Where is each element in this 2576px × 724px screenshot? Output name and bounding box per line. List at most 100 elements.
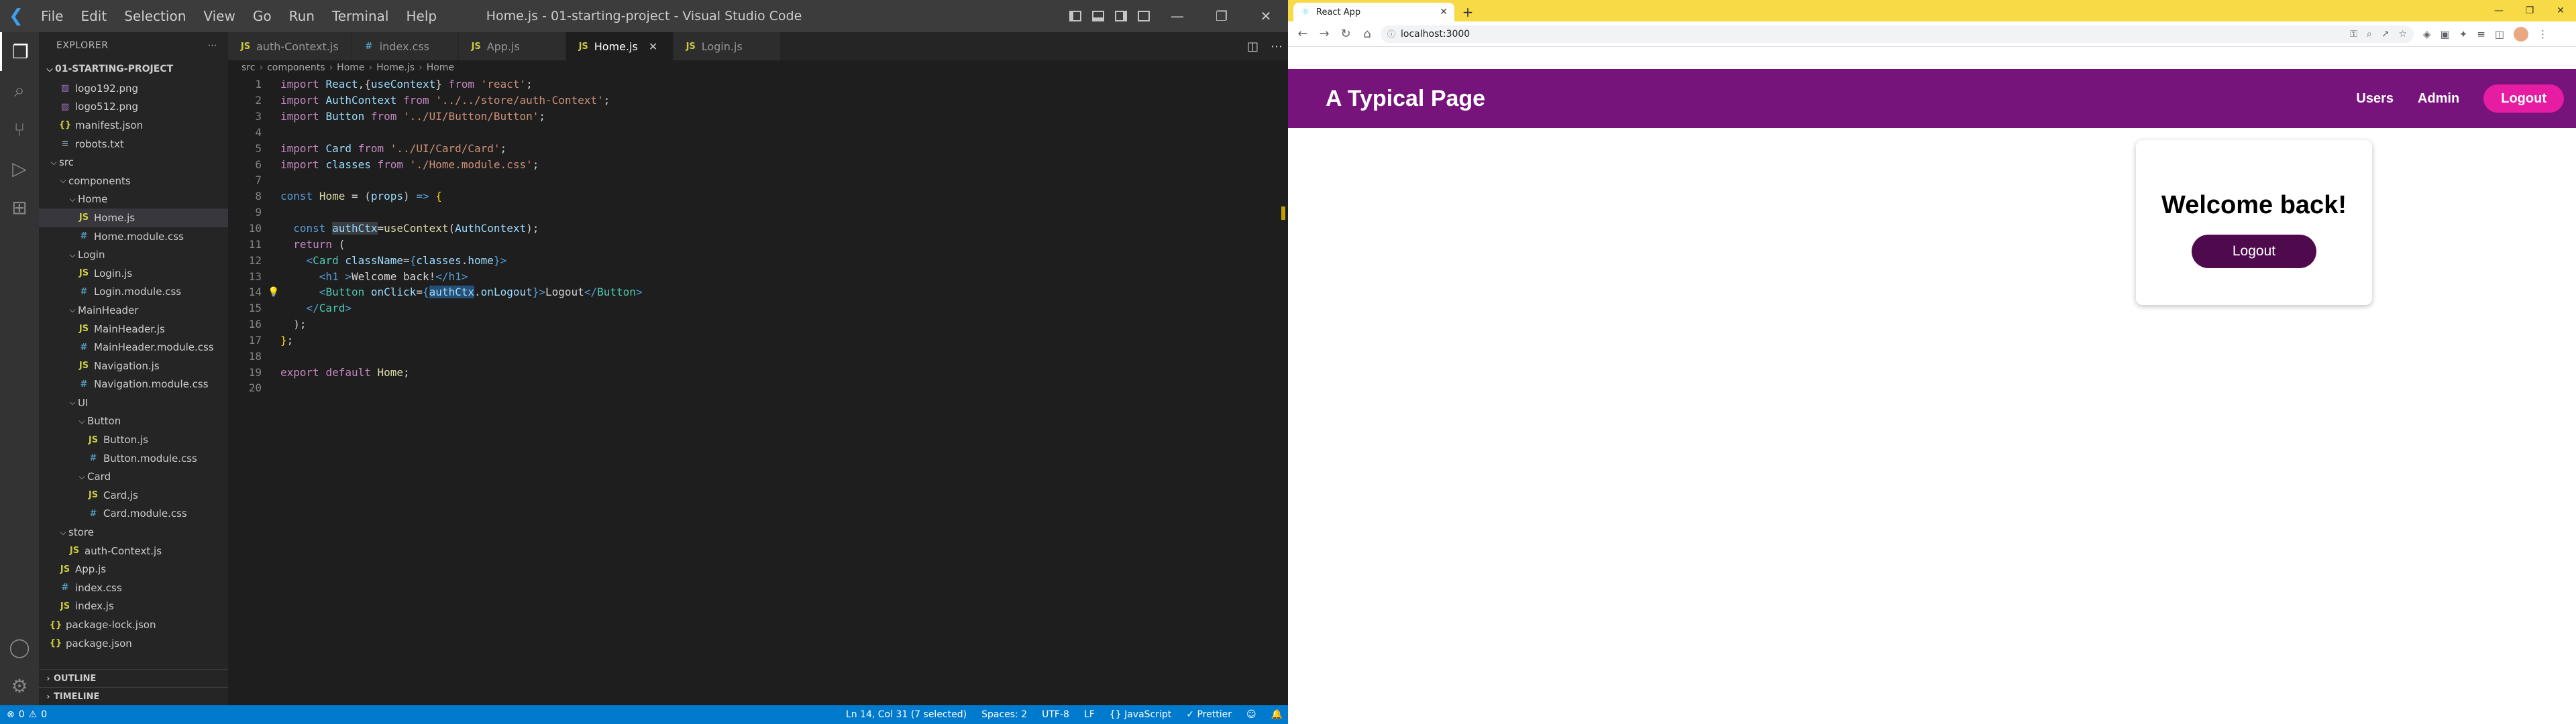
prettier-status[interactable]: ✓ Prettier [1186, 709, 1232, 720]
restore-button[interactable]: ❐ [1199, 0, 1244, 32]
key-icon[interactable]: ⚿ [2350, 29, 2357, 40]
tree-file[interactable]: {} package-lock.json [39, 615, 228, 634]
address-bar[interactable]: ⓘ localhost:3000 ⚿ ⌕ ↗ ☆ [1381, 25, 2414, 43]
error-count[interactable]: 0 [19, 709, 25, 720]
menu-view[interactable]: View [195, 0, 244, 32]
explorer-icon[interactable]: ❐ [0, 32, 39, 71]
source-control-icon[interactable]: ⑂ [0, 110, 39, 149]
tree-file[interactable]: JS Navigation.js [39, 357, 228, 375]
tree-file[interactable]: JS Login.js [39, 264, 228, 283]
tree-file[interactable]: # Navigation.module.css [39, 375, 228, 394]
reload-icon[interactable]: ↻ [1335, 23, 1356, 45]
cursor-position[interactable]: Ln 14, Col 31 (7 selected) [846, 709, 967, 720]
menu-selection[interactable]: Selection [115, 0, 195, 32]
run-debug-icon[interactable]: ▷ [0, 149, 39, 188]
tree-folder[interactable]: ⌵ UI [39, 394, 228, 412]
breadcrumb-item[interactable]: Home [337, 62, 364, 73]
feedback-icon[interactable]: ☺ [1246, 709, 1256, 720]
menu-help[interactable]: Help [397, 0, 445, 32]
tree-folder[interactable]: ⌵ Button [39, 412, 228, 431]
tree-file[interactable]: ≡ robots.txt [39, 135, 228, 154]
close-tab-icon[interactable]: ✕ [649, 40, 657, 53]
menu-file[interactable]: File [32, 0, 72, 32]
editor-tab[interactable]: JS auth-Context.js [228, 32, 352, 60]
zoom-icon[interactable]: ⌕ [2367, 29, 2372, 40]
search-icon[interactable]: ⌕ [0, 71, 39, 110]
menu-run[interactable]: Run [280, 0, 323, 32]
back-arrow-icon[interactable]: ← [1292, 23, 1313, 45]
tree-folder[interactable]: ⌵ store [39, 523, 228, 542]
header-logout-button[interactable]: Logout [2483, 84, 2564, 113]
tree-file[interactable]: # MainHeader.module.css [39, 338, 228, 357]
breadcrumb-item[interactable]: components [267, 62, 325, 73]
warning-count[interactable]: 0 [41, 709, 47, 720]
menu-go[interactable]: Go [244, 0, 280, 32]
editor-tab[interactable]: JS App.js [458, 32, 566, 60]
browser-tab[interactable]: ⚛ React App ✕ [1293, 3, 1454, 21]
toggle-secondary-sidebar-icon[interactable] [1110, 0, 1132, 32]
accounts-icon[interactable]: ◯ [0, 627, 39, 666]
tree-file[interactable]: JS MainHeader.js [39, 320, 228, 339]
encoding[interactable]: UTF-8 [1042, 709, 1069, 720]
tree-file[interactable]: # Login.module.css [39, 283, 228, 302]
language-mode[interactable]: {} JavaScript [1110, 709, 1171, 720]
reading-list-icon[interactable]: ≡ [2477, 28, 2485, 40]
nav-admin-link[interactable]: Admin [2418, 91, 2459, 107]
extension-icon[interactable]: ◈ [2423, 28, 2431, 40]
end-of-line[interactable]: LF [1084, 709, 1095, 720]
nav-users-link[interactable]: Users [2356, 91, 2394, 107]
close-window-button[interactable]: ✕ [1244, 0, 1288, 32]
forward-arrow-icon[interactable]: → [1313, 23, 1335, 45]
split-editor-icon[interactable]: ◫ [1247, 40, 1258, 54]
tree-file[interactable]: JS Button.js [39, 430, 228, 449]
tree-folder[interactable]: ⌵ components [39, 172, 228, 190]
browser-minimize-button[interactable]: — [2483, 0, 2514, 21]
extensions-icon[interactable]: ⊞ [0, 188, 39, 227]
customize-layout-icon[interactable] [1132, 0, 1155, 32]
tree-file[interactable]: JS Card.js [39, 486, 228, 505]
breadcrumb-item[interactable]: Home [427, 62, 454, 73]
menu-terminal[interactable]: Terminal [323, 0, 398, 32]
breadcrumb-item[interactable]: src [241, 62, 255, 73]
tree-folder[interactable]: ⌵ src [39, 153, 228, 172]
tree-folder[interactable]: ⌵ MainHeader [39, 301, 228, 320]
menu-edit[interactable]: Edit [72, 0, 115, 32]
tree-file[interactable]: JS Home.js [39, 208, 228, 227]
toggle-panel-icon[interactable] [1087, 0, 1110, 32]
minimize-button[interactable]: — [1155, 0, 1199, 32]
indentation[interactable]: Spaces: 2 [981, 709, 1027, 720]
toggle-primary-sidebar-icon[interactable] [1064, 0, 1087, 32]
timeline-section[interactable]: › TIMELINE [39, 687, 228, 705]
breadcrumb-item[interactable]: Home.js [376, 62, 415, 73]
browser-restore-button[interactable]: ❐ [2514, 0, 2545, 21]
share-icon[interactable]: ↗ [2381, 29, 2390, 40]
outline-section[interactable]: › OUTLINE [39, 669, 228, 687]
editor-tab[interactable]: # index.css [351, 32, 459, 60]
tree-file[interactable]: # index.css [39, 579, 228, 597]
tree-file[interactable]: {} package.json [39, 634, 228, 653]
close-tab-icon[interactable]: ✕ [1440, 7, 1448, 17]
tree-folder[interactable]: ⌵ Login [39, 245, 228, 264]
editor-tab[interactable]: JS Home.js ✕ [566, 32, 674, 60]
tree-folder[interactable]: ⌵ Card [39, 467, 228, 486]
profile-avatar[interactable] [2514, 26, 2529, 42]
tree-file[interactable]: JS App.js [39, 560, 228, 579]
bookmark-star-icon[interactable]: ☆ [2398, 29, 2407, 40]
editor-more-actions-icon[interactable]: ⋯ [1271, 40, 1283, 54]
tree-folder[interactable]: ⌵ Home [39, 190, 228, 209]
project-root-folder[interactable]: ⌵ 01-STARTING-PROJECT [39, 59, 228, 79]
extensions-puzzle-icon[interactable]: ✦ [2459, 28, 2468, 40]
more-actions-icon[interactable]: ⋯ [208, 40, 218, 51]
new-tab-icon[interactable]: + [1458, 3, 1477, 21]
tree-file[interactable]: # Home.module.css [39, 227, 228, 246]
editor-tab[interactable]: JS Login.js [673, 32, 781, 60]
tree-file[interactable]: # Card.module.css [39, 505, 228, 524]
lightbulb-icon[interactable]: 💡 [267, 287, 280, 298]
home-icon[interactable]: ⌂ [1356, 23, 1378, 45]
browser-close-button[interactable]: ✕ [2545, 0, 2576, 21]
extension-icon[interactable]: ▣ [2440, 28, 2450, 40]
tree-file[interactable]: JS auth-Context.js [39, 542, 228, 560]
side-panel-icon[interactable]: ◫ [2495, 28, 2504, 40]
chrome-menu-icon[interactable]: ⋮ [2538, 28, 2548, 40]
tree-file[interactable]: JS index.js [39, 597, 228, 616]
